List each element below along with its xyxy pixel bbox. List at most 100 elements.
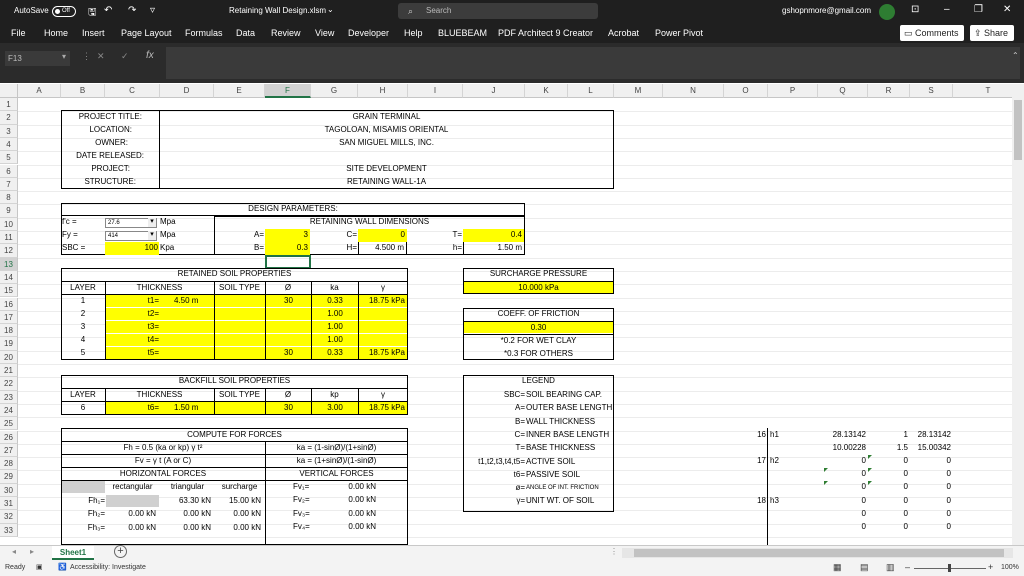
horizontal-scroll-thumb[interactable]: [634, 549, 1004, 557]
calc-cell-s[interactable]: 0: [910, 455, 953, 468]
row-header-16[interactable]: 16: [0, 297, 18, 311]
insert-function-icon[interactable]: fx: [146, 50, 154, 61]
retained-gamma-input[interactable]: [359, 321, 407, 334]
row-header-11[interactable]: 11: [0, 231, 18, 245]
chevron-down-icon[interactable]: ⌄: [327, 5, 334, 14]
accessibility-status[interactable]: Accessibility: Investigate: [70, 564, 146, 571]
retained-soil-type-input[interactable]: [215, 321, 265, 334]
column-header-p[interactable]: P: [768, 84, 818, 98]
backfill-thickness-input[interactable]: 1.50 m: [160, 402, 214, 414]
retained-soil-type-input[interactable]: [215, 308, 265, 321]
row-header-7[interactable]: 7: [0, 177, 18, 192]
c-input[interactable]: 0: [358, 229, 407, 242]
retained-gamma-input[interactable]: 18.75 kPa: [359, 347, 407, 360]
avatar[interactable]: [879, 4, 895, 20]
select-all-corner[interactable]: [0, 84, 18, 98]
calc-cell-s[interactable]: 0: [910, 508, 953, 521]
zoom-out-icon[interactable]: –: [905, 562, 910, 572]
account-name[interactable]: gshopnmore@gmail.com: [782, 6, 871, 15]
column-header-c[interactable]: C: [105, 84, 160, 98]
row-header-17[interactable]: 17: [0, 310, 18, 325]
row-header-14[interactable]: 14: [0, 270, 18, 285]
row-header-21[interactable]: 21: [0, 364, 18, 378]
tab-power-pivot[interactable]: Power Pivot: [655, 28, 703, 38]
ribbon-display-icon[interactable]: ⊡: [911, 4, 919, 15]
friction-value[interactable]: 0.30: [464, 322, 613, 333]
retained-soil-type-input[interactable]: [215, 334, 265, 347]
surcharge-value[interactable]: 10.000 kPa: [464, 282, 613, 293]
calc-cell-o[interactable]: 16: [724, 429, 768, 442]
calc-cell-q[interactable]: 0: [818, 521, 868, 534]
close-icon[interactable]: ✕: [1003, 4, 1011, 15]
vertical-scroll-thumb[interactable]: [1014, 100, 1022, 160]
row-header-19[interactable]: 19: [0, 337, 18, 351]
comments-button[interactable]: ▭ Comments: [900, 25, 964, 41]
document-title[interactable]: Retaining Wall Design.xlsm: [229, 6, 326, 15]
calc-cell-p[interactable]: h1: [768, 429, 818, 442]
calc-cell-q[interactable]: 10.00228: [818, 442, 868, 455]
column-header-a[interactable]: A: [18, 84, 61, 98]
row-header-27[interactable]: 27: [0, 443, 18, 458]
calc-cell-r[interactable]: 0: [868, 521, 910, 534]
calc-cell-s[interactable]: 0: [910, 481, 953, 494]
minimize-icon[interactable]: –: [944, 4, 950, 15]
normal-view-icon[interactable]: ▦: [833, 562, 842, 573]
share-button[interactable]: ⇪ Share: [970, 25, 1014, 41]
column-header-r[interactable]: R: [868, 84, 910, 98]
redo-icon[interactable]: ↷: [128, 5, 136, 16]
column-header-f[interactable]: F: [265, 84, 311, 98]
formula-input[interactable]: [166, 47, 1020, 79]
backfill-soil-type-input[interactable]: [215, 402, 265, 414]
row-header-3[interactable]: 3: [0, 124, 18, 138]
retained-phi-input[interactable]: [266, 308, 311, 321]
undo-icon[interactable]: ↶: [104, 5, 112, 16]
row-header-1[interactable]: 1: [0, 98, 18, 112]
retained-gamma-input[interactable]: [359, 334, 407, 347]
column-header-q[interactable]: Q: [818, 84, 868, 98]
calc-cell-s[interactable]: 0: [910, 468, 953, 481]
column-header-o[interactable]: O: [724, 84, 768, 98]
row-header-5[interactable]: 5: [0, 151, 18, 165]
worksheet-grid[interactable]: ABCDEFGHIJKLMNOPQRST 1 2 3 4 5 6 7 8 9 10 11 12 13 14…: [0, 84, 1024, 545]
tab-page-layout[interactable]: Page Layout: [121, 28, 172, 38]
backfill-phi-input[interactable]: 30: [266, 402, 311, 414]
retained-phi-input[interactable]: 30: [266, 347, 311, 360]
zoom-in-icon[interactable]: +: [988, 562, 993, 572]
tab-view[interactable]: View: [315, 28, 334, 38]
calc-cell-q[interactable]: 0: [818, 508, 868, 521]
zoom-level[interactable]: 100%: [1001, 564, 1019, 571]
tab-review[interactable]: Review: [271, 28, 301, 38]
tab-splitter-icon[interactable]: ⋮: [610, 547, 618, 556]
next-sheet-icon[interactable]: ▸: [30, 547, 34, 556]
row-header-22[interactable]: 22: [0, 377, 18, 391]
fy-dropdown[interactable]: 414: [105, 231, 157, 241]
tab-developer[interactable]: Developer: [348, 28, 389, 38]
calc-cell-p[interactable]: h3: [768, 495, 818, 508]
row-header-4[interactable]: 4: [0, 137, 18, 152]
row-header-26[interactable]: 26: [0, 430, 18, 444]
column-header-j[interactable]: J: [463, 84, 525, 98]
add-sheet-button[interactable]: +: [114, 545, 127, 558]
retained-soil-type-input[interactable]: [215, 347, 265, 360]
sheet-tab-sheet1[interactable]: Sheet1: [52, 546, 94, 560]
search-input[interactable]: ⌕ Search: [398, 3, 598, 19]
row-header-30[interactable]: 30: [0, 483, 18, 497]
active-cell-f13[interactable]: [265, 255, 311, 269]
autosave-toggle[interactable]: Off: [52, 6, 76, 17]
row-header-20[interactable]: 20: [0, 350, 18, 364]
row-header-32[interactable]: 32: [0, 510, 18, 524]
row-header-15[interactable]: 15: [0, 284, 18, 298]
retained-thickness-input[interactable]: 4.50 m: [160, 295, 214, 307]
horizontal-scrollbar[interactable]: [622, 548, 1013, 558]
prev-sheet-icon[interactable]: ◂: [12, 547, 16, 556]
zoom-slider-thumb[interactable]: [948, 564, 951, 572]
a-input[interactable]: 3: [265, 229, 310, 242]
save-icon[interactable]: 🖫: [88, 5, 97, 22]
row-header-6[interactable]: 6: [0, 164, 18, 178]
column-header-k[interactable]: K: [525, 84, 568, 98]
row-header-24[interactable]: 24: [0, 403, 18, 418]
calc-cell-s[interactable]: 0: [910, 521, 953, 534]
column-header-e[interactable]: E: [214, 84, 265, 98]
retained-thickness-input[interactable]: [160, 347, 214, 360]
retained-phi-input[interactable]: [266, 334, 311, 347]
